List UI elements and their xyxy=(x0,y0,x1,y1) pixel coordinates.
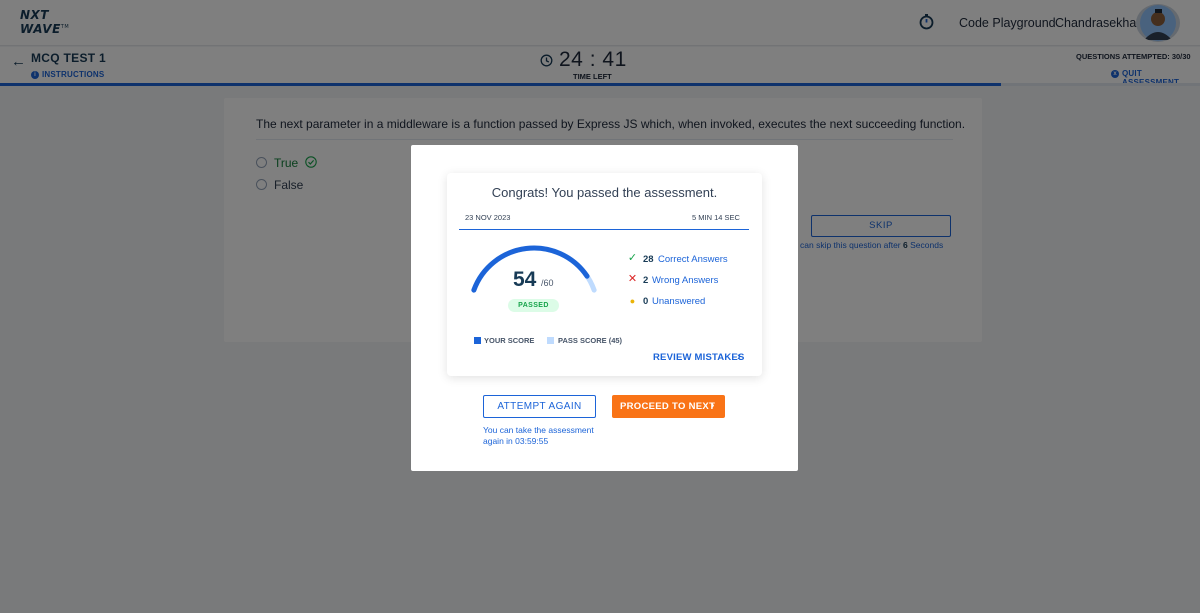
unanswered-label: Unanswered xyxy=(652,296,706,307)
assessment-date: 23 NOV 2023 xyxy=(465,213,511,222)
proceed-to-next-button[interactable]: PROCEED TO NEXT xyxy=(612,395,725,418)
legend-pass-score-swatch xyxy=(547,337,554,344)
wrong-count: 2 xyxy=(643,275,649,286)
legend-your-score: YOUR SCORE xyxy=(484,336,535,345)
unanswered-count: 0 xyxy=(643,296,649,307)
correct-count: 28 xyxy=(643,254,654,265)
chevron-right-icon[interactable]: › xyxy=(737,351,741,363)
attempt-again-button[interactable]: ATTEMPT AGAIN xyxy=(483,395,596,418)
assessment-duration: 5 MIN 14 SEC xyxy=(692,213,740,222)
correct-label: Correct Answers xyxy=(658,254,728,265)
wrong-label: Wrong Answers xyxy=(652,275,719,286)
check-icon: ✓ xyxy=(627,252,638,264)
legend-pass-score: PASS SCORE (45) xyxy=(558,336,623,345)
congrats-message: Congrats! You passed the assessment. xyxy=(491,185,718,200)
score-total: /60 xyxy=(541,278,554,288)
proceed-chevron-icon[interactable]: › xyxy=(711,400,714,411)
cross-icon: ✕ xyxy=(627,273,638,285)
dot-icon: ● xyxy=(629,296,636,306)
retake-note: You can take the assessment again in 03:… xyxy=(483,425,594,446)
status-badge: PASSED xyxy=(508,299,559,312)
review-mistakes-link[interactable]: REVIEW MISTAKES xyxy=(653,352,745,363)
score-value: 54 xyxy=(513,268,537,291)
legend-your-score-swatch xyxy=(474,337,481,344)
result-divider xyxy=(459,229,749,230)
